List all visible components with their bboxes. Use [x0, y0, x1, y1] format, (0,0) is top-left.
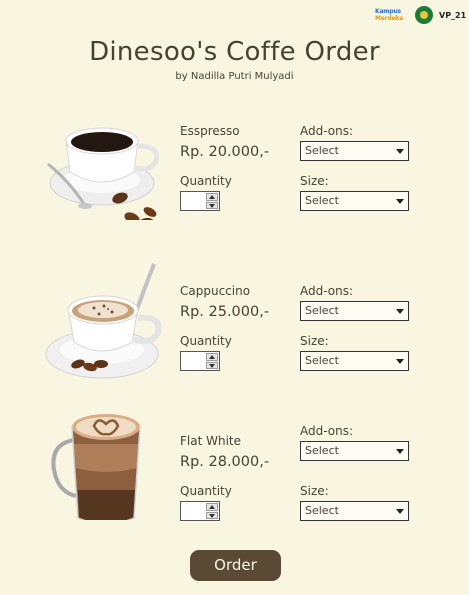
dropdown-arrow-icon — [396, 449, 404, 454]
product-name: Cappuccino — [180, 284, 251, 298]
product-name: Flat White — [180, 434, 242, 448]
dropdown-arrow-icon — [396, 199, 404, 204]
size-label: Size: — [300, 484, 329, 498]
order-button[interactable]: Order — [190, 550, 281, 581]
quantity-decrement-button[interactable] — [206, 201, 218, 209]
quantity-increment-button[interactable] — [206, 353, 218, 361]
addons-select[interactable]: Select — [300, 441, 409, 461]
vp21-logo: VP_21 — [439, 10, 467, 20]
product-cappuccino: Cappuccino Rp. 25.000,- Quantity Add-ons… — [0, 260, 469, 400]
chevron-up-icon — [209, 195, 215, 199]
chevron-down-icon — [209, 203, 215, 208]
espresso-cup-icon — [47, 127, 160, 220]
chevron-up-icon — [209, 505, 215, 509]
page-title: Dinesoo's Coffe Order — [89, 37, 380, 67]
dropdown-arrow-icon — [396, 359, 404, 364]
kampus-merdeka-logo: Kampus Merdeka — [375, 8, 404, 22]
quantity-stepper[interactable] — [180, 351, 220, 371]
product-price: Rp. 20.000,- — [180, 144, 270, 160]
page-subtitle: by Nadilla Putri Mulyadi — [175, 71, 294, 82]
flat-white-glass-icon — [51, 414, 141, 520]
partner-logos: Kampus Merdeka VP_21 — [375, 5, 467, 25]
addons-label: Add-ons: — [300, 124, 354, 138]
product-espresso: Esspresso Rp. 20.000,- Quantity Add-ons:… — [0, 100, 469, 240]
quantity-increment-button[interactable] — [206, 503, 218, 511]
quantity-label: Quantity — [180, 334, 232, 348]
chevron-up-icon — [209, 355, 215, 359]
quantity-stepper[interactable] — [180, 191, 220, 211]
product-price: Rp. 28.000,- — [180, 454, 270, 470]
dropdown-arrow-icon — [396, 309, 404, 314]
size-select[interactable]: Select — [300, 191, 409, 211]
dropdown-arrow-icon — [396, 509, 404, 514]
addons-label: Add-ons: — [300, 284, 354, 298]
addons-select[interactable]: Select — [300, 141, 409, 161]
product-name: Esspresso — [180, 124, 240, 138]
addons-label: Add-ons: — [300, 424, 354, 438]
quantity-label: Quantity — [180, 174, 232, 188]
quantity-increment-button[interactable] — [206, 193, 218, 201]
size-label: Size: — [300, 334, 329, 348]
size-label: Size: — [300, 174, 329, 188]
quantity-decrement-button[interactable] — [206, 511, 218, 519]
size-select[interactable]: Select — [300, 351, 409, 371]
quantity-label: Quantity — [180, 484, 232, 498]
chevron-down-icon — [209, 513, 215, 518]
addons-select[interactable]: Select — [300, 301, 409, 321]
chevron-down-icon — [209, 363, 215, 368]
product-flat-white: Flat White Rp. 28.000,- Quantity Add-ons… — [0, 400, 469, 540]
dropdown-arrow-icon — [396, 149, 404, 154]
quantity-decrement-button[interactable] — [206, 361, 218, 369]
ministry-seal-logo — [415, 6, 433, 24]
quantity-stepper[interactable] — [180, 501, 220, 521]
product-price: Rp. 25.000,- — [180, 304, 270, 320]
size-select[interactable]: Select — [300, 501, 409, 521]
cappuccino-cup-icon — [45, 263, 162, 379]
